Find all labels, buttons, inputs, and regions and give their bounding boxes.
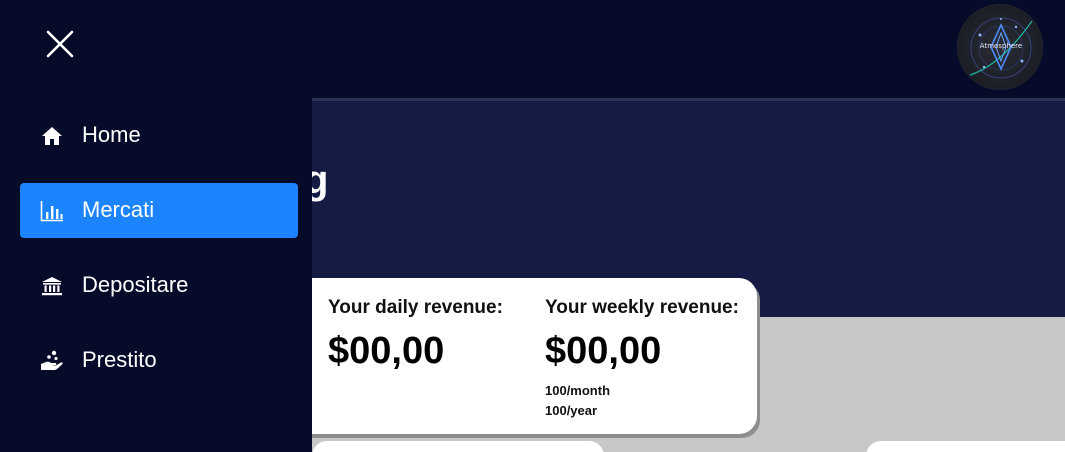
loan-hand-icon — [40, 349, 64, 373]
weekly-revenue-label: Your weekly revenue: — [545, 297, 739, 318]
logo-text: Atmosphere — [979, 42, 1023, 50]
atmosphere-logo[interactable]: Atmosphere — [957, 4, 1043, 90]
sidebar-item-label: Prestito — [82, 347, 157, 372]
sidebar-item-prestito[interactable]: Prestito — [20, 333, 298, 388]
sidebar-item-label: Mercati — [82, 197, 155, 222]
revenue-card: Your daily revenue: $00,00 Your weekly r… — [290, 278, 757, 434]
close-icon — [46, 30, 74, 58]
sidebar-item-mercati[interactable]: Mercati — [20, 183, 298, 238]
sidebar-item-home[interactable]: Home — [20, 108, 298, 163]
monthly-note: 100/month — [545, 383, 611, 398]
weekly-revenue-value: $00,00 — [545, 330, 662, 372]
daily-revenue-value: $00,00 — [328, 330, 445, 372]
home-icon — [40, 124, 64, 148]
bar-chart-icon — [40, 199, 64, 223]
sidebar-item-label: Home — [82, 122, 141, 147]
sidebar-item-label: Depositare — [82, 272, 189, 297]
bank-icon — [40, 274, 64, 298]
secondary-card-left — [312, 441, 604, 452]
sidebar-menu: Home Mercati Depositare Prestito — [0, 0, 312, 452]
close-menu-button[interactable] — [40, 24, 80, 64]
secondary-card-right — [866, 441, 1065, 452]
sidebar-item-depositare[interactable]: Depositare — [20, 258, 298, 313]
app-page: Atmosphere g Your daily revenue: $00,00 … — [0, 0, 1065, 452]
yearly-note: 100/year — [545, 403, 598, 418]
daily-revenue-label: Your daily revenue: — [328, 297, 503, 318]
